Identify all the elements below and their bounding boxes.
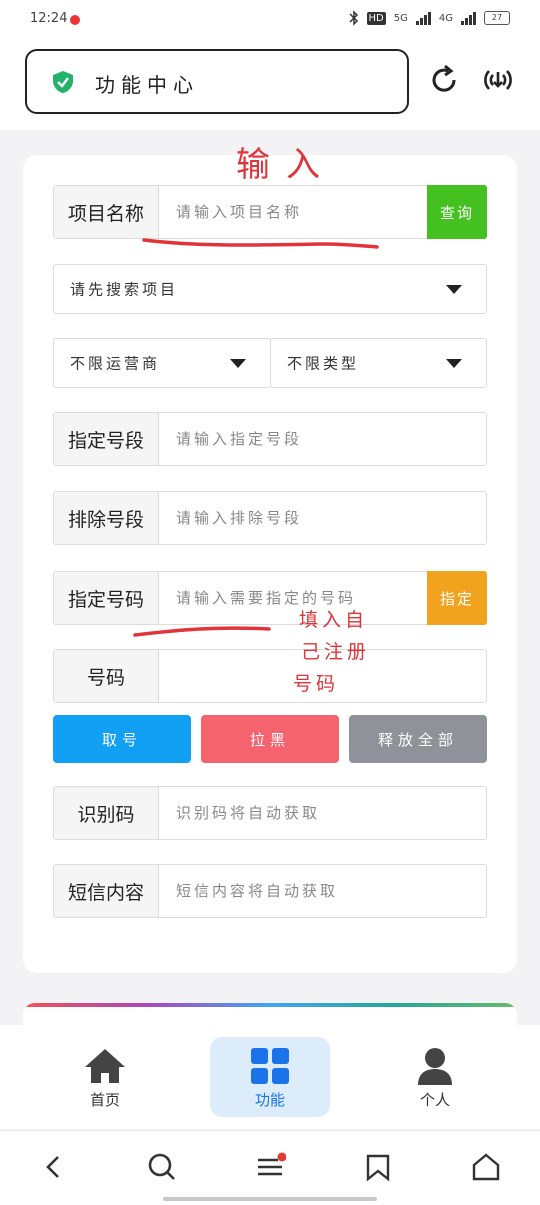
blacklist-button[interactable]: 拉黑	[201, 715, 339, 763]
specify-button[interactable]: 指定	[427, 571, 487, 625]
project-select-value: 请先搜索项目	[70, 280, 179, 299]
specify-number-label: 指定号码	[54, 572, 159, 624]
bluetooth-icon	[348, 10, 358, 26]
chevron-down-icon	[446, 359, 462, 368]
home-icon	[85, 1049, 125, 1083]
tab-profile-label: 个人	[419, 1091, 450, 1109]
type-select-value: 不限类型	[287, 354, 360, 373]
back-icon[interactable]	[38, 1151, 70, 1183]
status-bar: 12:24 HD 5G 4G 27	[0, 0, 540, 40]
code-input[interactable]	[160, 787, 486, 839]
operator-select-value: 不限运营商	[70, 354, 161, 373]
annotation-fill-line1: 填入自	[299, 609, 369, 631]
net-hd-label: HD	[366, 11, 386, 25]
signal-5g-icon	[415, 11, 431, 25]
sms-row: 短信内容	[53, 864, 487, 918]
page-title: 功能中心	[95, 73, 199, 97]
code-row: 识别码	[53, 786, 487, 840]
project-name-label: 项目名称	[54, 186, 159, 238]
tab-function[interactable]: 功能	[210, 1037, 330, 1117]
person-icon	[418, 1048, 452, 1085]
sms-label: 短信内容	[54, 865, 159, 917]
specify-number-input[interactable]	[160, 572, 426, 624]
type-select[interactable]: 不限类型	[270, 338, 487, 388]
sms-input[interactable]	[160, 865, 486, 917]
query-button[interactable]: 查询	[427, 185, 487, 239]
tab-home[interactable]: 首页	[45, 1037, 165, 1117]
code-label: 识别码	[54, 787, 159, 839]
annotation-fill-line2: 己注册	[301, 641, 371, 663]
include-segment-input[interactable]	[160, 413, 486, 465]
number-label: 号码	[54, 650, 159, 702]
function-card: 输入 项目名称 查询 请先搜索项目 不限运营商 不限类型 指定号段 排除号段 指…	[23, 145, 517, 973]
title-box: 功能中心	[25, 49, 409, 114]
menu-icon[interactable]	[254, 1151, 286, 1183]
net-5g-label: 5G	[393, 12, 408, 24]
status-icons: HD 5G 4G 27	[348, 10, 510, 26]
bookmark-icon[interactable]	[362, 1151, 394, 1183]
get-number-button[interactable]: 取号	[53, 715, 191, 763]
home-indicator	[163, 1197, 377, 1201]
release-all-button[interactable]: 释放全部	[349, 715, 487, 763]
annotation-underline-bottom	[133, 626, 271, 637]
specify-number-row: 指定号码 指定	[53, 571, 487, 625]
tab-home-label: 首页	[89, 1091, 120, 1109]
include-segment-label: 指定号段	[54, 413, 159, 465]
home-outline-icon[interactable]	[470, 1151, 502, 1183]
include-segment-row: 指定号段	[53, 412, 487, 466]
shield-check-icon	[53, 71, 73, 93]
exclude-segment-input[interactable]	[160, 492, 486, 544]
annotation-underline-top	[142, 238, 379, 249]
tab-bar: 首页 功能 个人	[0, 1025, 540, 1129]
exclude-segment-label: 排除号段	[54, 492, 159, 544]
signal-4g-icon	[461, 11, 476, 25]
annotation-fill-line3: 号码	[293, 673, 340, 695]
broadcast-icon[interactable]	[480, 62, 516, 98]
grid-icon	[251, 1048, 289, 1084]
tab-function-label: 功能	[254, 1091, 285, 1109]
tab-profile[interactable]: 个人	[375, 1037, 495, 1117]
notification-dot-icon	[70, 15, 80, 25]
chevron-down-icon	[446, 285, 462, 294]
project-name-row: 项目名称 查询	[53, 185, 487, 239]
chevron-down-icon	[230, 359, 246, 368]
battery-icon: 27	[484, 11, 510, 25]
browser-toolbar	[0, 1130, 540, 1205]
project-name-input[interactable]	[160, 186, 426, 238]
status-time: 12:24	[30, 11, 68, 26]
number-row: 号码	[53, 649, 487, 703]
refresh-icon[interactable]	[426, 62, 462, 98]
top-bar: 功能中心	[0, 40, 540, 130]
project-select[interactable]: 请先搜索项目	[53, 264, 487, 314]
annotation-input: 输入	[236, 145, 336, 185]
net-4g-label: 4G	[438, 12, 453, 24]
search-icon[interactable]	[146, 1151, 178, 1183]
exclude-segment-row: 排除号段	[53, 491, 487, 545]
next-card-edge	[23, 1003, 517, 1025]
operator-select[interactable]: 不限运营商	[53, 338, 271, 388]
